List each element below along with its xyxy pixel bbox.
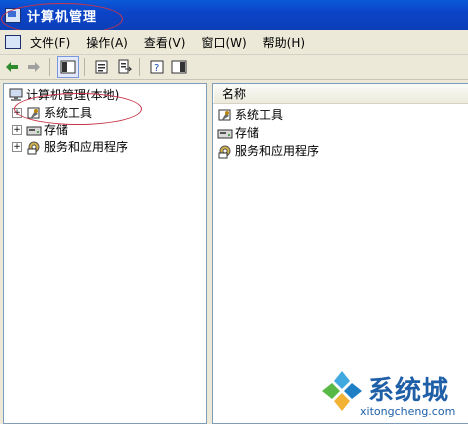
expand-toggle[interactable]: + [12,141,22,152]
list-item-label: 系统工具 [235,108,284,122]
list-item-system-tools[interactable]: 系统工具 [217,106,283,123]
pane-splitter[interactable] [207,83,211,422]
help-button[interactable]: ? [147,57,167,77]
brand-logo-icon [322,371,362,411]
tree-item-label: 服务和应用程序 [44,140,129,154]
tools-icon [27,107,40,119]
export-list-button[interactable] [114,57,134,77]
tools-icon [218,109,231,121]
menu-bar: 文件(F) 操作(A) 查看(V) 窗口(W) 帮助(H) [0,30,468,55]
tree-root-label: 计算机管理(本地) [26,88,120,102]
computer-management-icon [9,88,23,101]
console-tree-pane[interactable]: 计算机管理(本地) + 系统工具 + 存储 + 服务和应用程序 [3,83,207,424]
properties-button[interactable] [92,57,112,77]
svg-text:?: ? [154,63,159,74]
tree-item-services[interactable]: + 服务和应用程序 [12,138,128,155]
title-bar[interactable]: 计算机管理 [0,0,468,30]
back-arrow-icon [6,62,18,72]
help-icon: ? [150,60,164,74]
tree-item-label: 存储 [44,123,69,137]
forward-button[interactable] [24,57,44,77]
action-pane-icon [171,60,187,74]
back-button[interactable] [2,57,22,77]
column-header-name[interactable]: 名称 [213,84,468,104]
show-hide-tree-button[interactable] [57,56,79,78]
tree-root[interactable]: 计算机管理(本地) [8,86,119,103]
forward-arrow-icon [28,62,40,72]
action-pane-button[interactable] [169,57,189,77]
list-item-storage[interactable]: 存储 [217,124,259,141]
toolbar: ? [0,55,468,80]
show-hide-tree-icon [60,60,76,74]
storage-icon [217,129,233,138]
tree-item-storage[interactable]: + 存储 [12,121,68,138]
expand-toggle[interactable]: + [12,124,22,135]
services-icon [218,145,231,158]
list-item-services[interactable]: 服务和应用程序 [217,142,319,159]
watermark-brand: 系统城 [368,376,450,406]
storage-icon [26,126,42,135]
document-system-menu-icon[interactable] [5,35,21,49]
computer-management-icon [5,7,21,23]
properties-icon [95,60,108,74]
list-item-label: 服务和应用程序 [235,144,320,158]
toolbar-separator [84,58,85,76]
export-list-icon [118,59,132,74]
toolbar-separator [139,58,140,76]
toolbar-separator [49,58,50,76]
menu-action[interactable]: 操作(A) [86,34,128,51]
menu-help[interactable]: 帮助(H) [263,34,305,51]
menu-window[interactable]: 窗口(W) [201,34,246,51]
services-icon [27,141,40,154]
tree-item-label: 系统工具 [44,106,93,120]
menu-view[interactable]: 查看(V) [144,34,186,51]
column-header-label: 名称 [222,87,247,101]
tree-item-system-tools[interactable]: + 系统工具 [12,104,92,121]
list-item-label: 存储 [235,126,260,140]
watermark-url: xitongcheng.com [360,405,456,418]
watermark: 系统城 xitongcheng.com [318,367,468,422]
menu-file[interactable]: 文件(F) [30,34,70,51]
expand-toggle[interactable]: + [12,107,22,118]
window-title: 计算机管理 [27,9,98,25]
